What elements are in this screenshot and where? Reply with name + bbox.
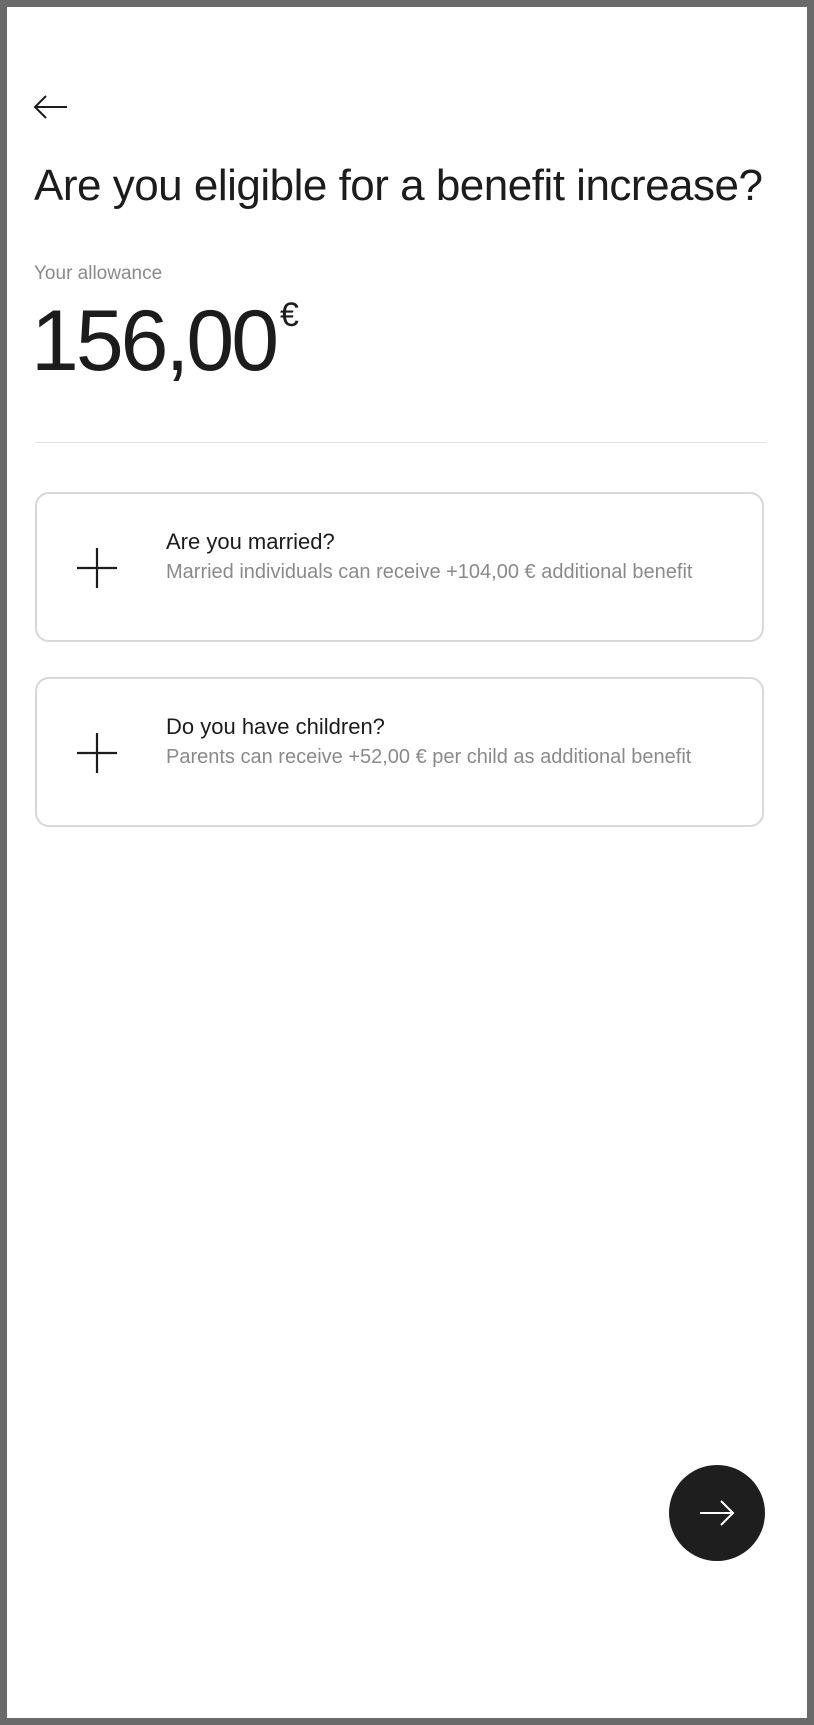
plus-icon bbox=[77, 548, 117, 588]
next-button[interactable] bbox=[669, 1465, 765, 1561]
arrow-right-icon bbox=[700, 1500, 735, 1526]
option-title: Are you married? bbox=[166, 529, 335, 554]
back-button[interactable] bbox=[29, 85, 73, 129]
option-text: Do you have children? Parents can receiv… bbox=[166, 712, 726, 773]
allowance-amount: 156,00 € bbox=[31, 291, 299, 391]
plus-icon bbox=[77, 733, 117, 773]
allowance-value: 156,00 bbox=[31, 293, 279, 389]
page-title: Are you eligible for a benefit increase? bbox=[34, 161, 763, 210]
married-option-card[interactable]: Are you married? Married individuals can… bbox=[35, 492, 764, 642]
option-title: Do you have children? bbox=[166, 714, 385, 739]
arrow-left-icon bbox=[33, 95, 67, 119]
allowance-label: Your allowance bbox=[34, 263, 163, 284]
divider bbox=[35, 442, 767, 443]
children-option-card[interactable]: Do you have children? Parents can receiv… bbox=[35, 677, 764, 827]
allowance-currency: € bbox=[280, 296, 299, 334]
option-description: Married individuals can receive +104,00 … bbox=[166, 561, 693, 583]
screen: Are you eligible for a benefit increase?… bbox=[0, 0, 814, 1725]
option-text: Are you married? Married individuals can… bbox=[166, 527, 726, 588]
option-description: Parents can receive +52,00 € per child a… bbox=[166, 746, 692, 768]
